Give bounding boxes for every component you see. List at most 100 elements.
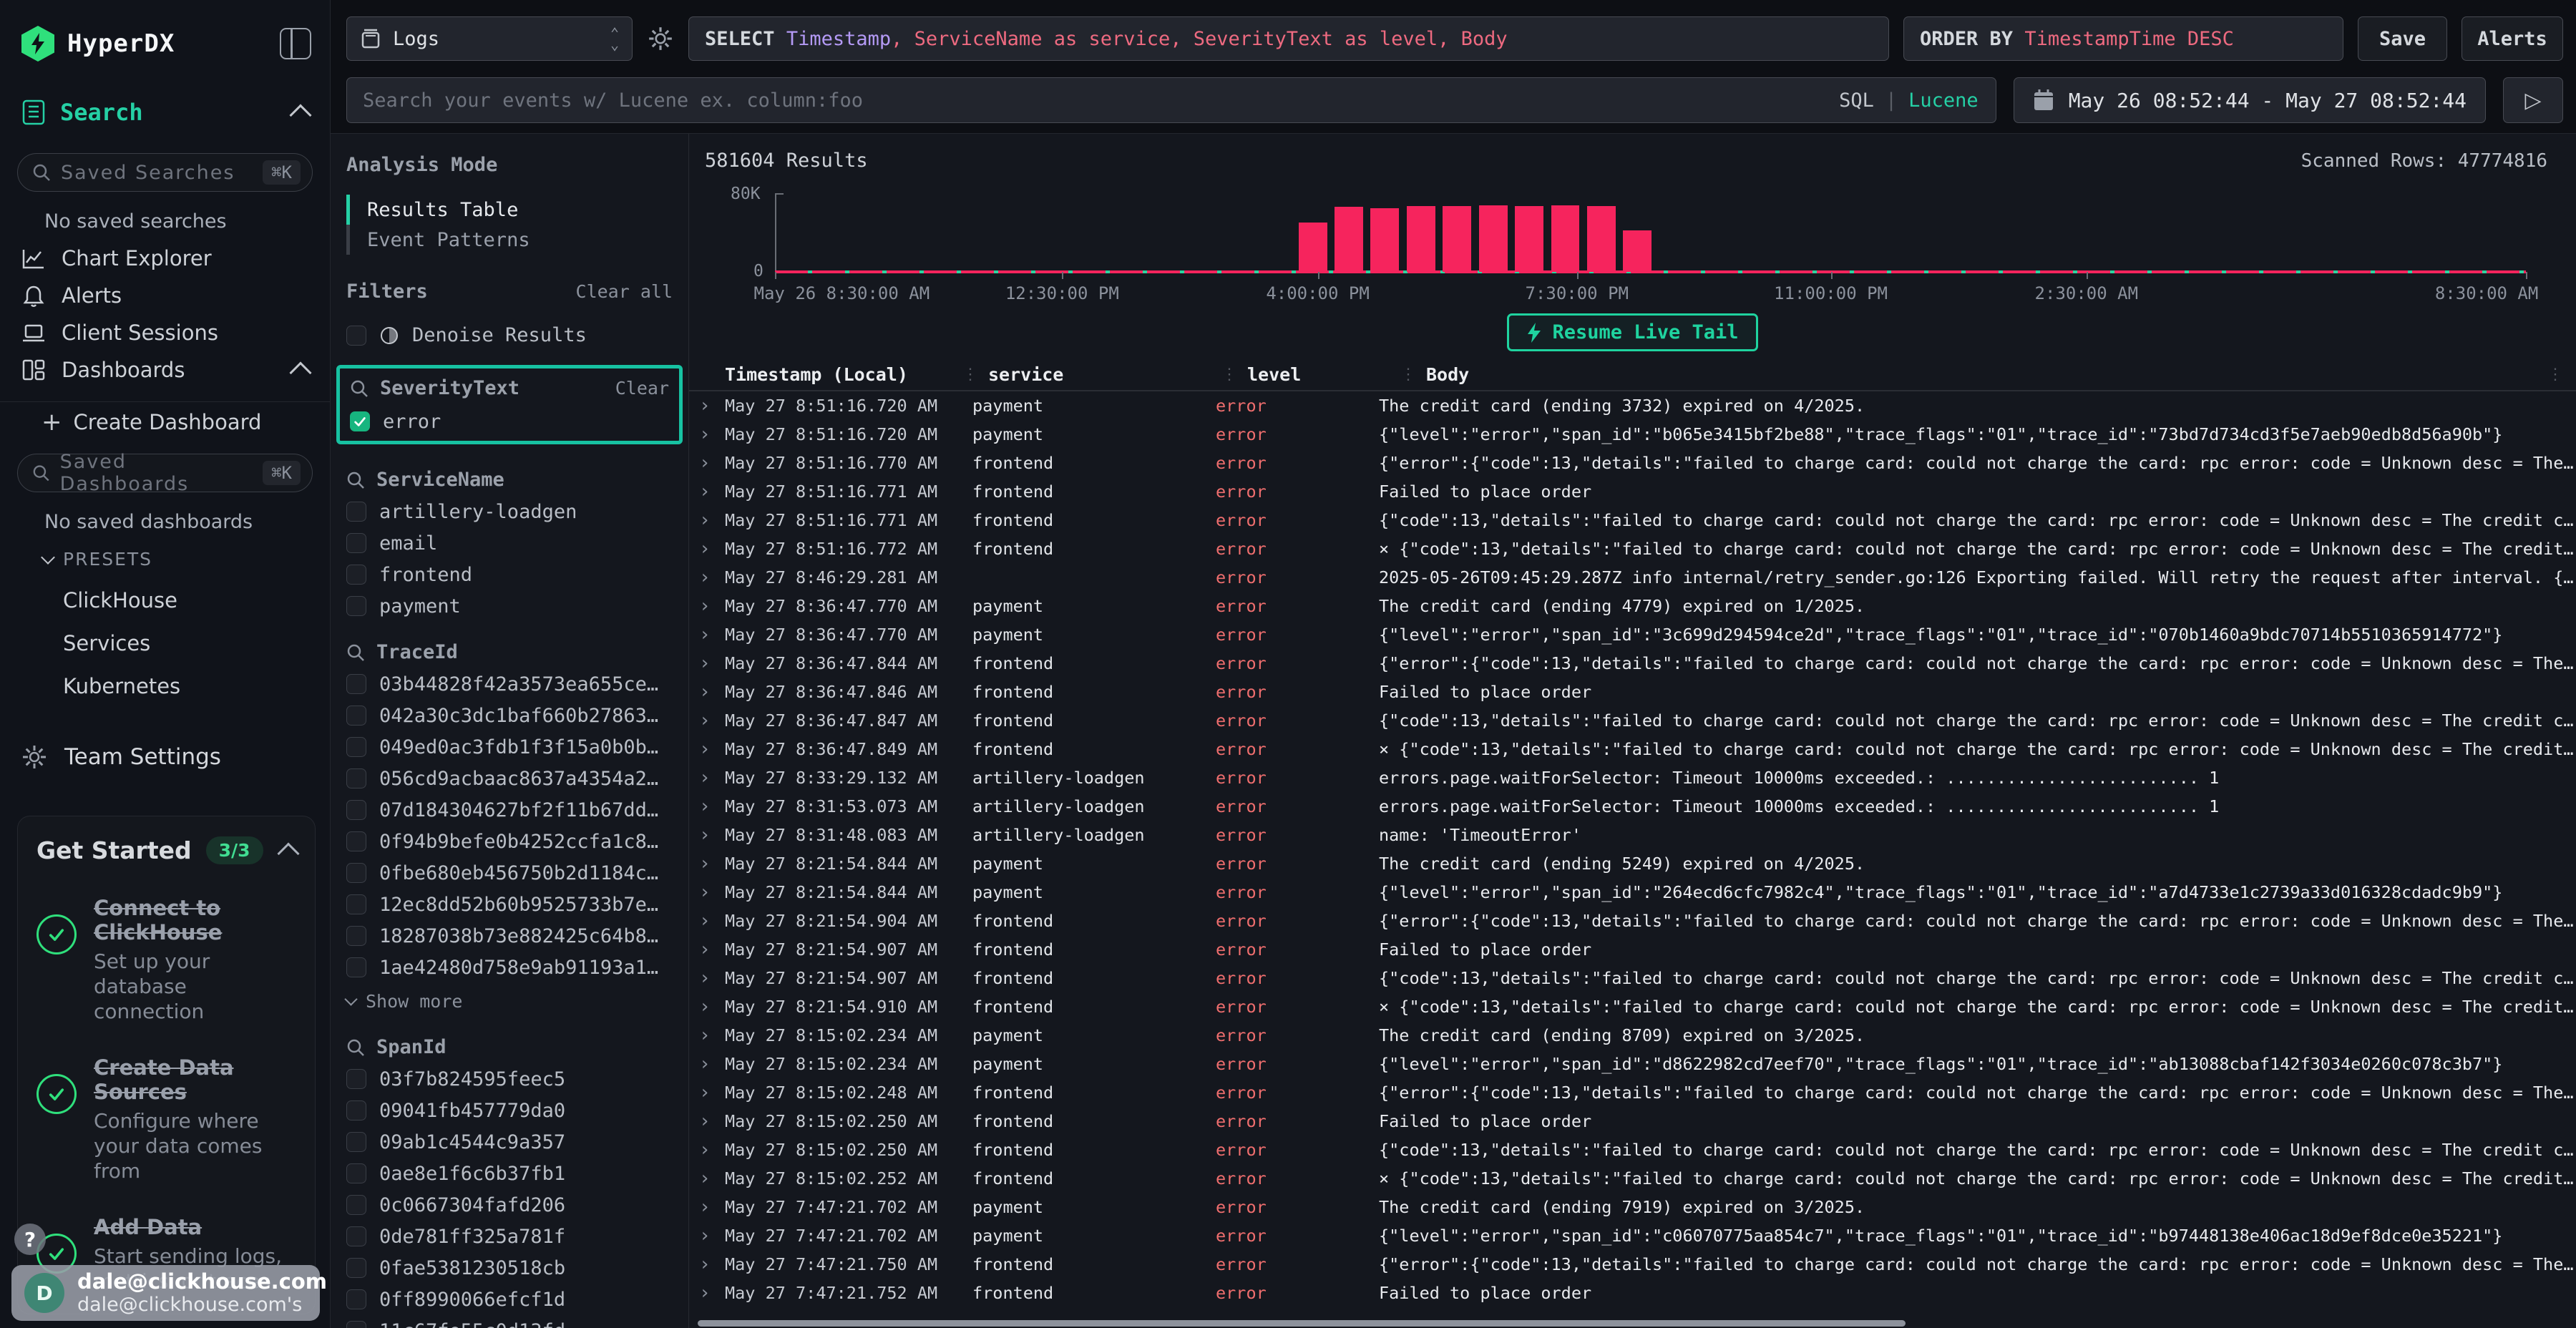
source-select[interactable]: Logs ⌃⌄	[346, 16, 633, 61]
row-expand-icon[interactable]: ›	[699, 710, 725, 731]
row-expand-icon[interactable]: ›	[699, 1053, 725, 1075]
save-button[interactable]: Save	[2358, 16, 2447, 61]
checkbox[interactable]	[346, 502, 366, 522]
user-menu[interactable]: D dale@clickhouse.com dale@clickhouse.co…	[11, 1265, 320, 1321]
table-row[interactable]: ›May 27 8:21:54.844 AMpaymenterror{"leve…	[689, 878, 2576, 907]
run-query-button[interactable]: ▷	[2503, 77, 2563, 123]
presets-toggle[interactable]: PRESETS	[0, 549, 330, 570]
checkbox[interactable]	[346, 674, 366, 694]
row-expand-icon[interactable]: ›	[699, 1282, 725, 1304]
table-row[interactable]: ›May 27 8:36:47.844 AMfrontenderror{"err…	[689, 649, 2576, 678]
table-row[interactable]: ›May 27 8:51:16.720 AMpaymenterror{"leve…	[689, 420, 2576, 449]
table-row[interactable]: ›May 27 8:21:54.907 AMfrontenderrorFaile…	[689, 935, 2576, 964]
checkbox[interactable]	[346, 533, 366, 553]
checkbox[interactable]	[346, 800, 366, 820]
row-expand-icon[interactable]: ›	[699, 567, 725, 588]
filter-option[interactable]: artillery-loadgen	[346, 501, 673, 522]
table-row[interactable]: ›May 27 8:36:47.770 AMpaymenterror{"leve…	[689, 620, 2576, 649]
histogram-bar[interactable]	[1299, 223, 1327, 272]
lucene-toggle[interactable]: Lucene	[1908, 89, 1979, 112]
get-started-header[interactable]: Get Started 3/3	[36, 836, 296, 864]
checkbox[interactable]	[346, 1132, 366, 1152]
table-row[interactable]: ›May 27 8:33:29.132 AMartillery-loadgene…	[689, 763, 2576, 792]
filter-option[interactable]: payment	[346, 595, 673, 617]
help-button[interactable]: ?	[14, 1224, 46, 1255]
checkbox[interactable]	[346, 926, 366, 946]
row-expand-icon[interactable]: ›	[699, 1225, 725, 1246]
row-expand-icon[interactable]: ›	[699, 1139, 725, 1161]
filter-option[interactable]: email	[346, 532, 673, 554]
column-resize-grip[interactable]: ⋮	[1221, 366, 1237, 384]
denoise-results-checkbox[interactable]: Denoise Results	[346, 324, 673, 346]
checkbox[interactable]	[346, 1163, 366, 1183]
get-started-item[interactable]: Connect to ClickHouseSet up your databas…	[36, 896, 296, 1024]
team-settings-button[interactable]: Team Settings	[0, 744, 330, 770]
alerts-button[interactable]: Alerts	[2462, 16, 2563, 61]
checkbox[interactable]	[346, 737, 366, 757]
table-row[interactable]: ›May 27 8:51:16.771 AMfrontenderror{"cod…	[689, 506, 2576, 534]
table-row[interactable]: ›May 27 8:36:47.770 AMpaymenterrorThe cr…	[689, 592, 2576, 620]
filter-option[interactable]: error	[350, 411, 669, 432]
filter-option[interactable]: 0de781ff325a781f	[346, 1226, 673, 1247]
sidebar-item-client-sessions[interactable]: Client Sessions	[0, 314, 330, 351]
row-expand-icon[interactable]: ›	[699, 767, 725, 788]
row-expand-icon[interactable]: ›	[699, 1196, 725, 1218]
row-expand-icon[interactable]: ›	[699, 681, 725, 703]
filter-option[interactable]: 0c0667304fafd206	[346, 1194, 673, 1216]
filter-option[interactable]: 0ff8990066efcf1d	[346, 1289, 673, 1310]
table-row[interactable]: ›May 27 8:51:16.770 AMfrontenderror{"err…	[689, 449, 2576, 477]
row-expand-icon[interactable]: ›	[699, 882, 725, 903]
filter-option[interactable]: 1ae42480d758e9ab91193a1…	[346, 957, 673, 978]
filter-option[interactable]: 12ec8dd52b60b9525733b7e…	[346, 894, 673, 915]
filter-option[interactable]: 0fbe680eb456750b2d1184c…	[346, 862, 673, 884]
filter-option[interactable]: 03f7b824595feec5	[346, 1068, 673, 1090]
preset-item-clickhouse[interactable]: ClickHouse	[0, 588, 330, 612]
column-header-timestamp[interactable]: Timestamp (Local)	[725, 364, 952, 385]
filter-option[interactable]: 0ae8e1f6c6b37fb1	[346, 1163, 673, 1184]
checkbox[interactable]	[346, 596, 366, 616]
row-expand-icon[interactable]: ›	[699, 624, 725, 645]
sidebar-item-dashboards[interactable]: Dashboards	[0, 351, 330, 389]
row-expand-icon[interactable]: ›	[699, 1254, 725, 1275]
filter-option[interactable]: 056cd9acbaac8637a4354a2…	[346, 768, 673, 789]
table-row[interactable]: ›May 27 7:47:21.752 AMfrontenderrorFaile…	[689, 1279, 2576, 1307]
analysis-mode-event-patterns[interactable]: Event Patterns	[346, 225, 673, 255]
table-row[interactable]: ›May 27 8:31:48.083 AMartillery-loadgene…	[689, 821, 2576, 849]
column-header-level[interactable]: level	[1247, 364, 1390, 385]
checkbox[interactable]	[346, 1289, 366, 1309]
histogram-bar[interactable]	[1479, 205, 1508, 273]
horizontal-scrollbar[interactable]	[698, 1320, 1906, 1327]
table-row[interactable]: ›May 27 8:21:54.844 AMpaymenterrorThe cr…	[689, 849, 2576, 878]
table-row[interactable]: ›May 27 8:15:02.250 AMfrontenderrorFaile…	[689, 1107, 2576, 1136]
checkbox[interactable]	[346, 1321, 366, 1328]
column-resize-grip[interactable]: ⋮	[962, 366, 978, 384]
get-started-item[interactable]: Create Data SourcesConfigure where your …	[36, 1055, 296, 1183]
table-row[interactable]: ›May 27 7:47:21.702 AMpaymenterror{"leve…	[689, 1221, 2576, 1250]
order-by-input[interactable]: ORDER BY TimestampTime DESC	[1903, 16, 2343, 61]
row-expand-icon[interactable]: ›	[699, 595, 725, 617]
filter-option[interactable]: 049ed0ac3fdb1f3f15a0b0b…	[346, 736, 673, 758]
filter-option[interactable]: frontend	[346, 564, 673, 585]
row-expand-icon[interactable]: ›	[699, 738, 725, 760]
table-row[interactable]: ›May 27 8:51:16.720 AMpaymenterrorThe cr…	[689, 391, 2576, 420]
column-header-service[interactable]: service	[988, 364, 1211, 385]
table-row[interactable]: ›May 27 8:21:54.904 AMfrontenderror{"err…	[689, 907, 2576, 935]
row-expand-icon[interactable]: ›	[699, 796, 725, 817]
checkbox[interactable]	[346, 1258, 366, 1278]
row-expand-icon[interactable]: ›	[699, 1025, 725, 1046]
row-expand-icon[interactable]: ›	[699, 452, 725, 474]
row-expand-icon[interactable]: ›	[699, 395, 725, 416]
checkbox[interactable]	[346, 768, 366, 788]
row-expand-icon[interactable]: ›	[699, 967, 725, 989]
row-expand-icon[interactable]: ›	[699, 538, 725, 560]
table-row[interactable]: ›May 27 8:21:54.910 AMfrontenderror× {"c…	[689, 992, 2576, 1021]
sidebar-item-chart-explorer[interactable]: Chart Explorer	[0, 240, 330, 277]
checkbox[interactable]	[346, 1100, 366, 1120]
checkbox[interactable]	[346, 863, 366, 883]
row-expand-icon[interactable]: ›	[699, 424, 725, 445]
histogram-bar[interactable]	[1551, 205, 1580, 273]
histogram-bar[interactable]	[1443, 206, 1471, 272]
source-settings-button[interactable]	[647, 25, 674, 52]
histogram-bar[interactable]	[1587, 206, 1616, 272]
column-resize-grip[interactable]: ⋮	[1400, 366, 1416, 384]
